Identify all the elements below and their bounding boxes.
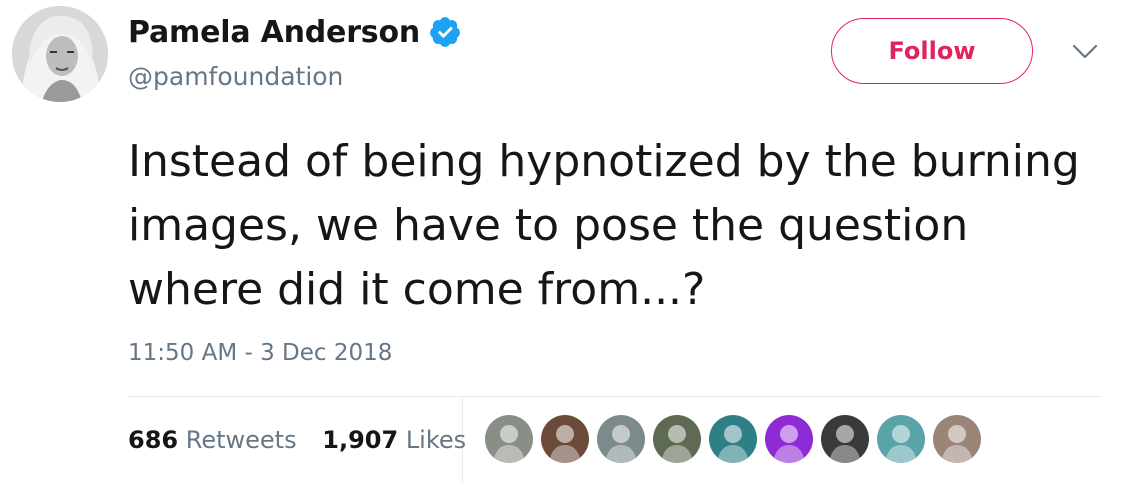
liker-avatar[interactable] (765, 415, 813, 463)
user-avatar-icon (933, 415, 981, 463)
retweets-stat[interactable]: 686 Retweets (128, 426, 304, 454)
liker-avatar[interactable] (653, 415, 701, 463)
user-avatar-icon (597, 415, 645, 463)
user-avatar-icon (877, 415, 925, 463)
liker-avatar[interactable] (821, 415, 869, 463)
stats-divider (128, 396, 1102, 397)
retweets-count: 686 (128, 426, 179, 454)
retweets-label: Retweets (185, 426, 297, 454)
tweet-text: Instead of being hypnotized by the burni… (128, 136, 1080, 315)
tweet-stats: 686 Retweets 1,907 Likes (128, 426, 466, 454)
author-avatar[interactable] (12, 6, 108, 102)
user-avatar-icon (765, 415, 813, 463)
chevron-down-icon[interactable] (1068, 40, 1102, 64)
likes-count: 1,907 (322, 426, 399, 454)
profile-photo (12, 6, 108, 102)
author-display-name[interactable]: Pamela Anderson (128, 15, 420, 50)
verified-badge-icon (430, 17, 460, 47)
likers-avatars (485, 415, 989, 463)
author-handle[interactable]: @pamfoundation (128, 62, 343, 91)
user-avatar-icon (709, 415, 757, 463)
liker-avatar[interactable] (541, 415, 589, 463)
likes-label: Likes (405, 426, 467, 454)
liker-avatar[interactable] (597, 415, 645, 463)
liker-avatar[interactable] (933, 415, 981, 463)
liker-avatar[interactable] (877, 415, 925, 463)
user-avatar-icon (653, 415, 701, 463)
author-name-row: Pamela Anderson (128, 12, 462, 52)
tweet-timestamp[interactable]: 11:50 AM - 3 Dec 2018 (128, 340, 392, 366)
liker-avatar[interactable] (485, 415, 533, 463)
user-avatar-icon (485, 415, 533, 463)
likes-stat[interactable]: 1,907 Likes (322, 426, 466, 454)
user-avatar-icon (821, 415, 869, 463)
user-avatar-icon (541, 415, 589, 463)
liker-avatar[interactable] (709, 415, 757, 463)
follow-button[interactable]: Follow (831, 18, 1033, 84)
